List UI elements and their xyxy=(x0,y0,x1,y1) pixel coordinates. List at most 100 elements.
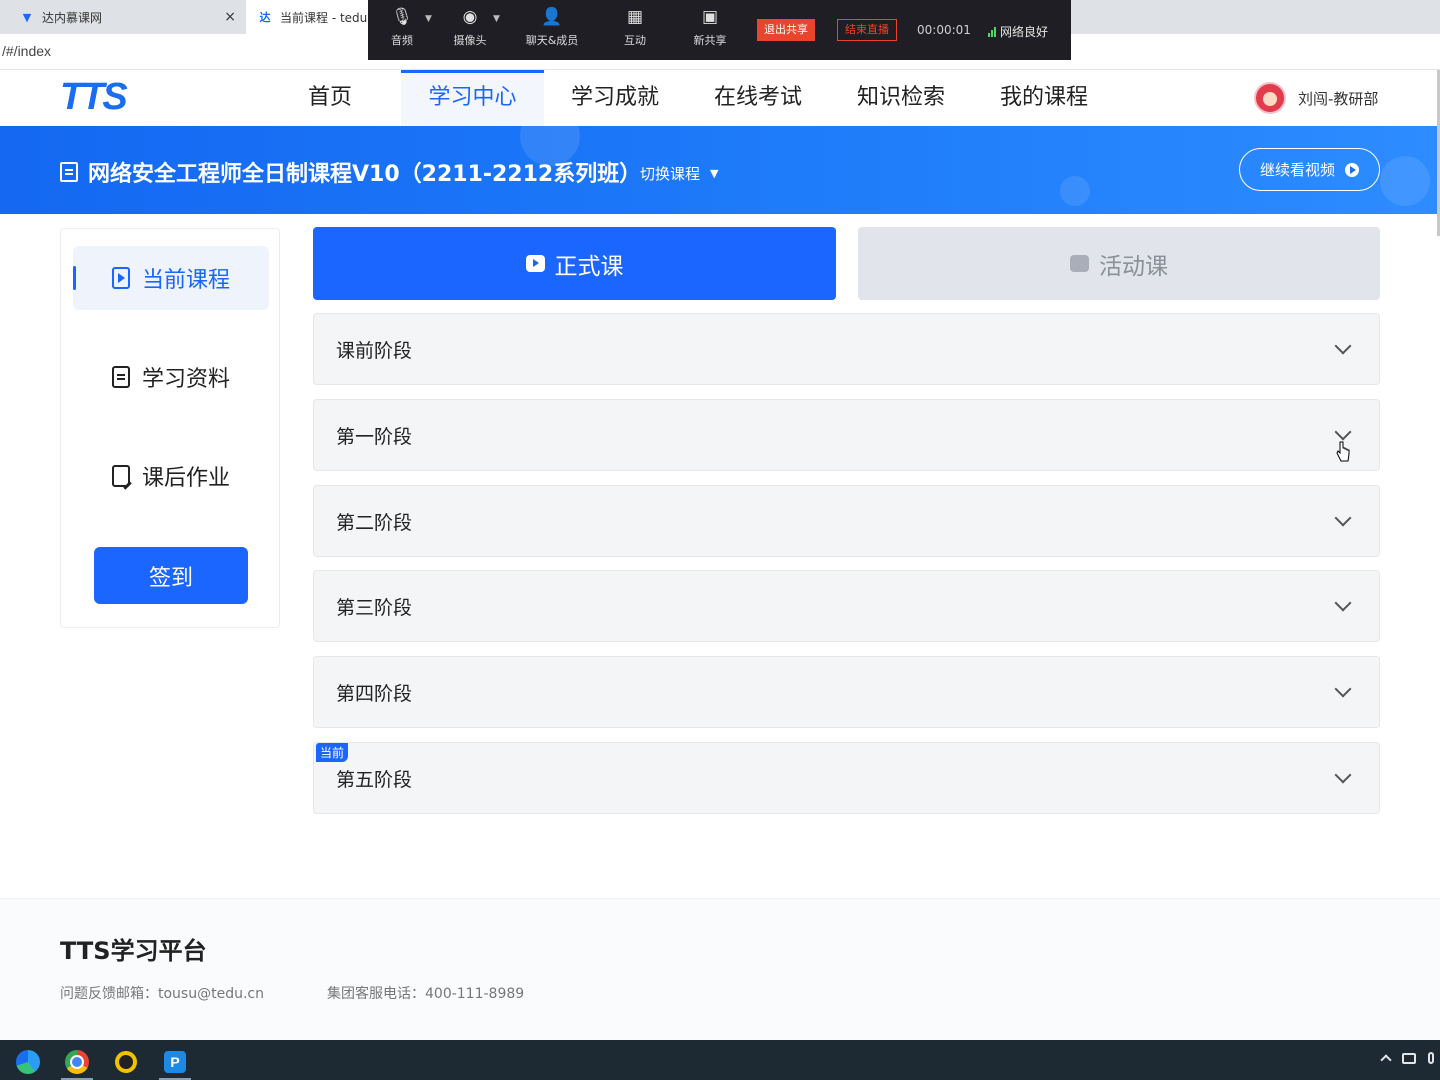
play-document-icon xyxy=(111,267,130,289)
decorative-bubble xyxy=(1060,176,1090,206)
caret-down-icon: ▼ xyxy=(710,167,719,180)
message-icon[interactable] xyxy=(1402,1052,1416,1064)
chat-members-label: 聊天&成员 xyxy=(525,34,579,47)
taskbar-app-p[interactable]: P xyxy=(153,1044,197,1080)
stage-1[interactable]: 第一阶段 xyxy=(313,399,1380,471)
tab-title: 当前课程 - tedu xyxy=(280,10,368,25)
p-app-icon: P xyxy=(164,1051,186,1073)
sidebar-item-materials[interactable]: 学习资料 xyxy=(73,345,269,409)
taskbar-edge[interactable] xyxy=(6,1044,50,1080)
user-menu[interactable]: 刘闯-教研部 xyxy=(1254,82,1378,114)
edge-icon xyxy=(16,1050,40,1074)
tab-activity-label: 活动课 xyxy=(1099,253,1168,280)
course-banner: 网络安全工程师全日制课程V10（2211-2212系列班） 切换课程 ▼ 继续看… xyxy=(0,126,1440,214)
nav-achievements[interactable]: 学习成就 xyxy=(565,70,665,126)
footer-title: TTS学习平台 xyxy=(60,937,207,965)
browser-tab-mooc[interactable]: ▼ 达内慕课网 × xyxy=(0,0,246,34)
grid-icon: ▦ xyxy=(626,7,644,27)
chevron-down-icon[interactable] xyxy=(1334,337,1352,355)
chevron-down-icon[interactable] xyxy=(1334,766,1352,784)
course-title-text: 网络安全工程师全日制课程V10（2211-2212系列班） xyxy=(88,162,642,187)
sidebar-item-label: 当前课程 xyxy=(141,268,230,293)
stage-label: 第四阶段 xyxy=(336,683,413,705)
chevron-down-icon[interactable] xyxy=(1334,594,1352,612)
chevron-up-icon[interactable] xyxy=(1380,1054,1392,1066)
sidebar-item-current-course[interactable]: 当前课程 xyxy=(73,246,269,310)
play-circle-icon xyxy=(1345,162,1359,177)
signin-button[interactable]: 签到 xyxy=(94,547,248,604)
microphone-icon[interactable] xyxy=(1428,1052,1434,1064)
meeting-toolbar: 🎙 音频 ▼ ◉ 摄像头 ▼ 👤 聊天&成员 ▦ 互动 ▣ 新共享 退出共享 结… xyxy=(368,0,1071,60)
audio-label: 音频 xyxy=(391,34,413,47)
tab-title: 达内慕课网 xyxy=(42,10,103,25)
sidebar-item-homework[interactable]: 课后作业 xyxy=(73,444,269,508)
sidebar: 当前课程 学习资料 课后作业 签到 xyxy=(60,228,280,628)
stage-3[interactable]: 第三阶段 xyxy=(313,570,1380,642)
document-icon xyxy=(111,366,130,388)
document-icon xyxy=(60,162,78,182)
stage-label: 第二阶段 xyxy=(336,512,413,534)
network-status: 网络良好 xyxy=(988,23,1048,40)
switch-course-dropdown[interactable]: 切换课程 ▼ xyxy=(640,163,718,184)
stage-label: 第一阶段 xyxy=(336,426,413,448)
nav-home[interactable]: 首页 xyxy=(300,70,360,126)
tedu-favicon-icon: ▼ xyxy=(22,10,32,24)
tts-logo[interactable]: TTS xyxy=(60,78,128,116)
nav-online-exam[interactable]: 在线考试 xyxy=(708,70,808,126)
chrome-icon xyxy=(65,1050,89,1074)
hand-cursor-icon xyxy=(1336,441,1350,462)
end-live-button[interactable]: 结束直播 xyxy=(837,19,897,41)
nav-knowledge-search[interactable]: 知识检索 xyxy=(851,70,951,126)
edit-document-icon xyxy=(111,465,130,487)
avatar[interactable] xyxy=(1254,82,1286,114)
chat-members-button[interactable]: 👤 聊天&成员 xyxy=(520,6,584,48)
stage-pre[interactable]: 课前阶段 xyxy=(313,313,1380,385)
camera-label: 摄像头 xyxy=(453,34,487,47)
stage-label: 第三阶段 xyxy=(336,597,413,619)
browser-tab-current-course[interactable]: 达 当前课程 - tedu xyxy=(246,0,376,34)
taskbar: P xyxy=(0,1040,1440,1080)
nav-learning-center[interactable]: 学习中心 xyxy=(401,70,544,126)
chevron-down-icon[interactable] xyxy=(1334,423,1352,441)
audio-button[interactable]: 🎙 音频 xyxy=(370,6,434,48)
footer-phone: 集团客服电话：400-111-8989 xyxy=(327,986,525,1002)
camera-button[interactable]: ◉ 摄像头 xyxy=(438,6,502,48)
system-tray xyxy=(1380,1052,1434,1066)
switch-course-label: 切换课程 xyxy=(640,165,701,183)
sidebar-item-label: 课后作业 xyxy=(141,466,230,491)
stage-2[interactable]: 第二阶段 xyxy=(313,485,1380,557)
stage-5[interactable]: 当前 第五阶段 xyxy=(313,742,1380,814)
interact-button[interactable]: ▦ 互动 xyxy=(603,6,667,48)
screen-share-icon: ▣ xyxy=(701,7,719,27)
person-icon: 👤 xyxy=(541,7,563,27)
taskbar-app-ring[interactable] xyxy=(104,1044,148,1080)
nav-my-courses[interactable]: 我的课程 xyxy=(994,70,1094,126)
continue-video-button[interactable]: 继续看视频 xyxy=(1239,148,1380,191)
tab-activity-course[interactable]: 活动课 xyxy=(858,227,1380,300)
new-share-label: 新共享 xyxy=(693,34,727,47)
chevron-down-icon[interactable] xyxy=(1334,680,1352,698)
interact-label: 互动 xyxy=(624,34,646,47)
decorative-bubble xyxy=(1380,156,1430,206)
course-title: 网络安全工程师全日制课程V10（2211-2212系列班） xyxy=(60,156,641,188)
stage-4[interactable]: 第四阶段 xyxy=(313,656,1380,728)
network-status-label: 网络良好 xyxy=(1000,25,1049,39)
stage-label: 课前阶段 xyxy=(336,340,413,362)
chevron-down-icon[interactable] xyxy=(1334,509,1352,527)
user-name: 刘闯-教研部 xyxy=(1298,89,1379,108)
chevron-down-icon[interactable]: ▼ xyxy=(493,14,500,24)
continue-video-label: 继续看视频 xyxy=(1259,161,1335,179)
url-text[interactable]: /#/index xyxy=(2,43,51,59)
signal-icon xyxy=(988,26,997,37)
tv-play-icon xyxy=(525,255,545,272)
footer-email: 问题反馈邮箱：tousu@tedu.cn xyxy=(60,986,264,1002)
taskbar-chrome[interactable] xyxy=(55,1044,99,1080)
stop-share-button[interactable]: 退出共享 xyxy=(757,19,815,41)
site-footer: TTS学习平台 问题反馈邮箱：tousu@tedu.cn 集团客服电话：400-… xyxy=(0,898,1440,1040)
new-share-button[interactable]: ▣ 新共享 xyxy=(678,6,742,48)
ring-app-icon xyxy=(115,1051,137,1073)
chevron-down-icon[interactable]: ▼ xyxy=(425,14,432,24)
activity-icon xyxy=(1070,255,1089,272)
close-icon[interactable]: × xyxy=(224,9,236,25)
tab-formal-course[interactable]: 正式课 xyxy=(313,227,836,300)
